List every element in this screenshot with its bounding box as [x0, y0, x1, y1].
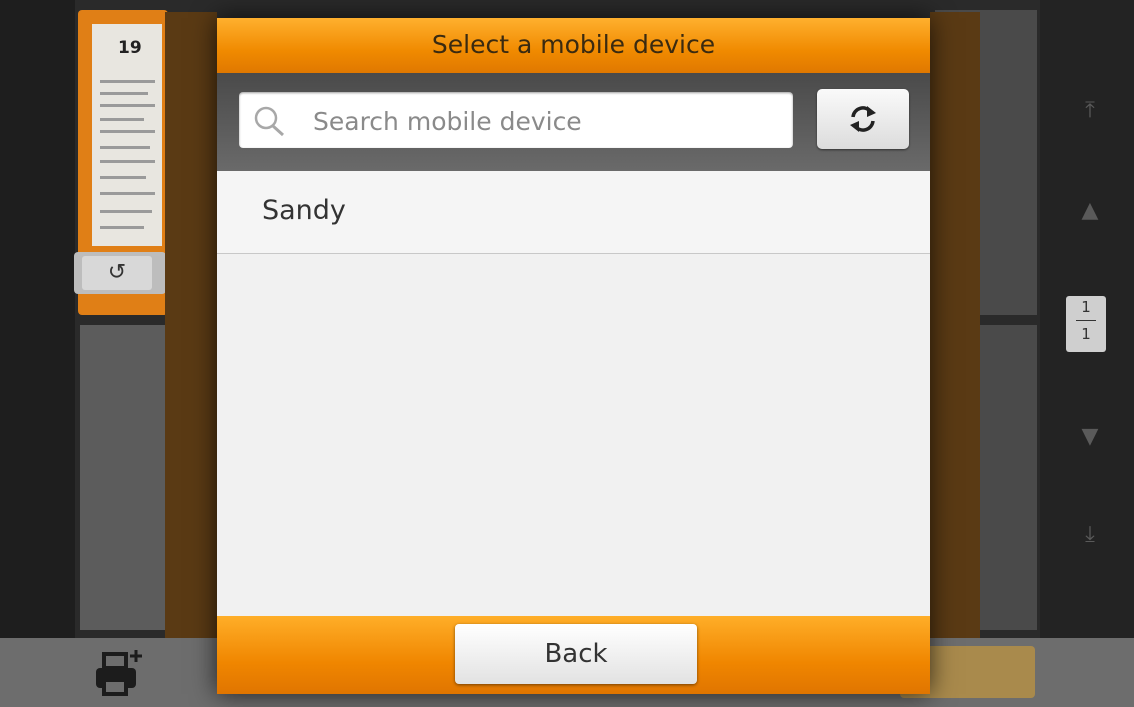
- rotate-icon: ↺: [107, 260, 127, 285]
- device-name: Sandy: [262, 195, 346, 226]
- thumbnail-text-line: [100, 130, 155, 133]
- device-list: Sandy: [217, 171, 930, 616]
- thumbnail-text-line: [100, 226, 144, 229]
- stacked-layer: [165, 12, 217, 696]
- thumbnail-text-line: [100, 118, 144, 121]
- refresh-button[interactable]: [817, 89, 909, 149]
- add-printer-icon[interactable]: [92, 646, 150, 698]
- search-bar: [217, 73, 930, 171]
- thumbnail-text-line: [100, 92, 148, 95]
- thumbnail-text-line: [100, 160, 155, 163]
- thumbnail-text-line: [100, 176, 146, 179]
- device-item[interactable]: Sandy: [217, 171, 930, 254]
- first-page-icon[interactable]: ⤒: [1070, 96, 1110, 126]
- refresh-icon: [850, 106, 876, 132]
- last-page-icon[interactable]: ⤓: [1070, 520, 1110, 550]
- search-icon: [254, 106, 285, 137]
- rotate-button[interactable]: ↺: [82, 256, 152, 290]
- search-field[interactable]: [239, 92, 793, 148]
- total-pages: 1: [1081, 325, 1091, 343]
- page-indicator: 1 1: [1066, 296, 1106, 352]
- page-thumbnail-empty[interactable]: [80, 325, 170, 630]
- search-input[interactable]: [311, 102, 775, 140]
- thumbnail-text-line: [100, 192, 155, 195]
- prev-page-icon[interactable]: ▲: [1070, 196, 1110, 226]
- thumbnail-text-line: [100, 210, 152, 213]
- thumbnail-text-line: [100, 146, 150, 149]
- dialog-footer: Back: [217, 616, 930, 694]
- page-divider: [1076, 320, 1096, 321]
- back-button[interactable]: Back: [455, 624, 697, 684]
- next-page-icon[interactable]: ▼: [1070, 422, 1110, 452]
- dialog-title: Select a mobile device: [217, 18, 930, 73]
- thumbnail-text-line: [100, 104, 155, 107]
- thumbnail-page-number: 19: [118, 38, 142, 58]
- current-page: 1: [1081, 298, 1091, 316]
- thumbnail-text-line: [100, 80, 155, 83]
- stacked-layer: [930, 12, 980, 696]
- left-column: [0, 0, 75, 640]
- select-device-dialog: Select a mobile device Sandy Back: [217, 18, 930, 694]
